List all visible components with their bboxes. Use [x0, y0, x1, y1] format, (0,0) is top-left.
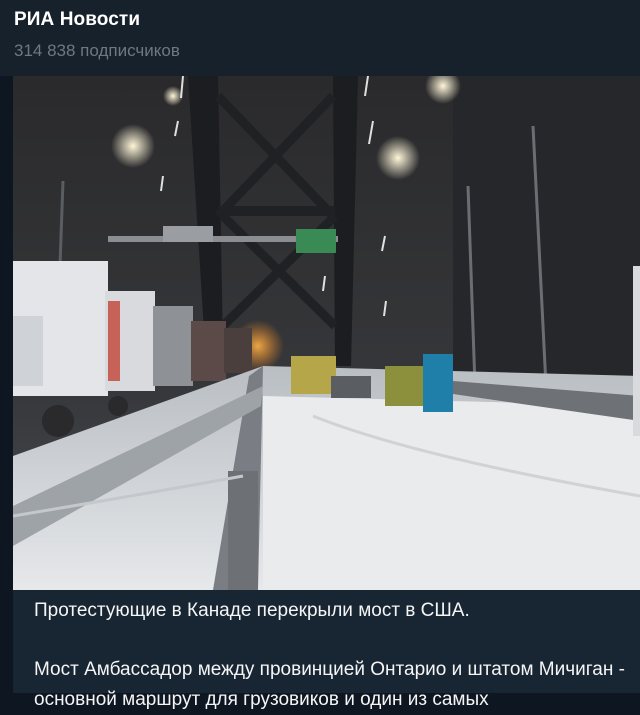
subscriber-count: 314 838 подписчиков [14, 41, 180, 60]
bridge-video-frame [13, 76, 640, 590]
post-caption: Протестующие в Канаде перекрыли мост в С… [34, 596, 634, 715]
video-preview[interactable] [13, 76, 640, 590]
channel-header[interactable]: РИА Новости 314 838 подписчиков [0, 0, 640, 76]
caption-paragraph: Протестующие в Канаде перекрыли мост в С… [34, 600, 470, 621]
caption-paragraph: Мост Амбассадор между провинцией Онтарио… [34, 659, 625, 710]
channel-name[interactable]: РИА Новости [14, 9, 140, 31]
post-message: Протестующие в Канаде перекрыли мост в С… [13, 76, 640, 710]
